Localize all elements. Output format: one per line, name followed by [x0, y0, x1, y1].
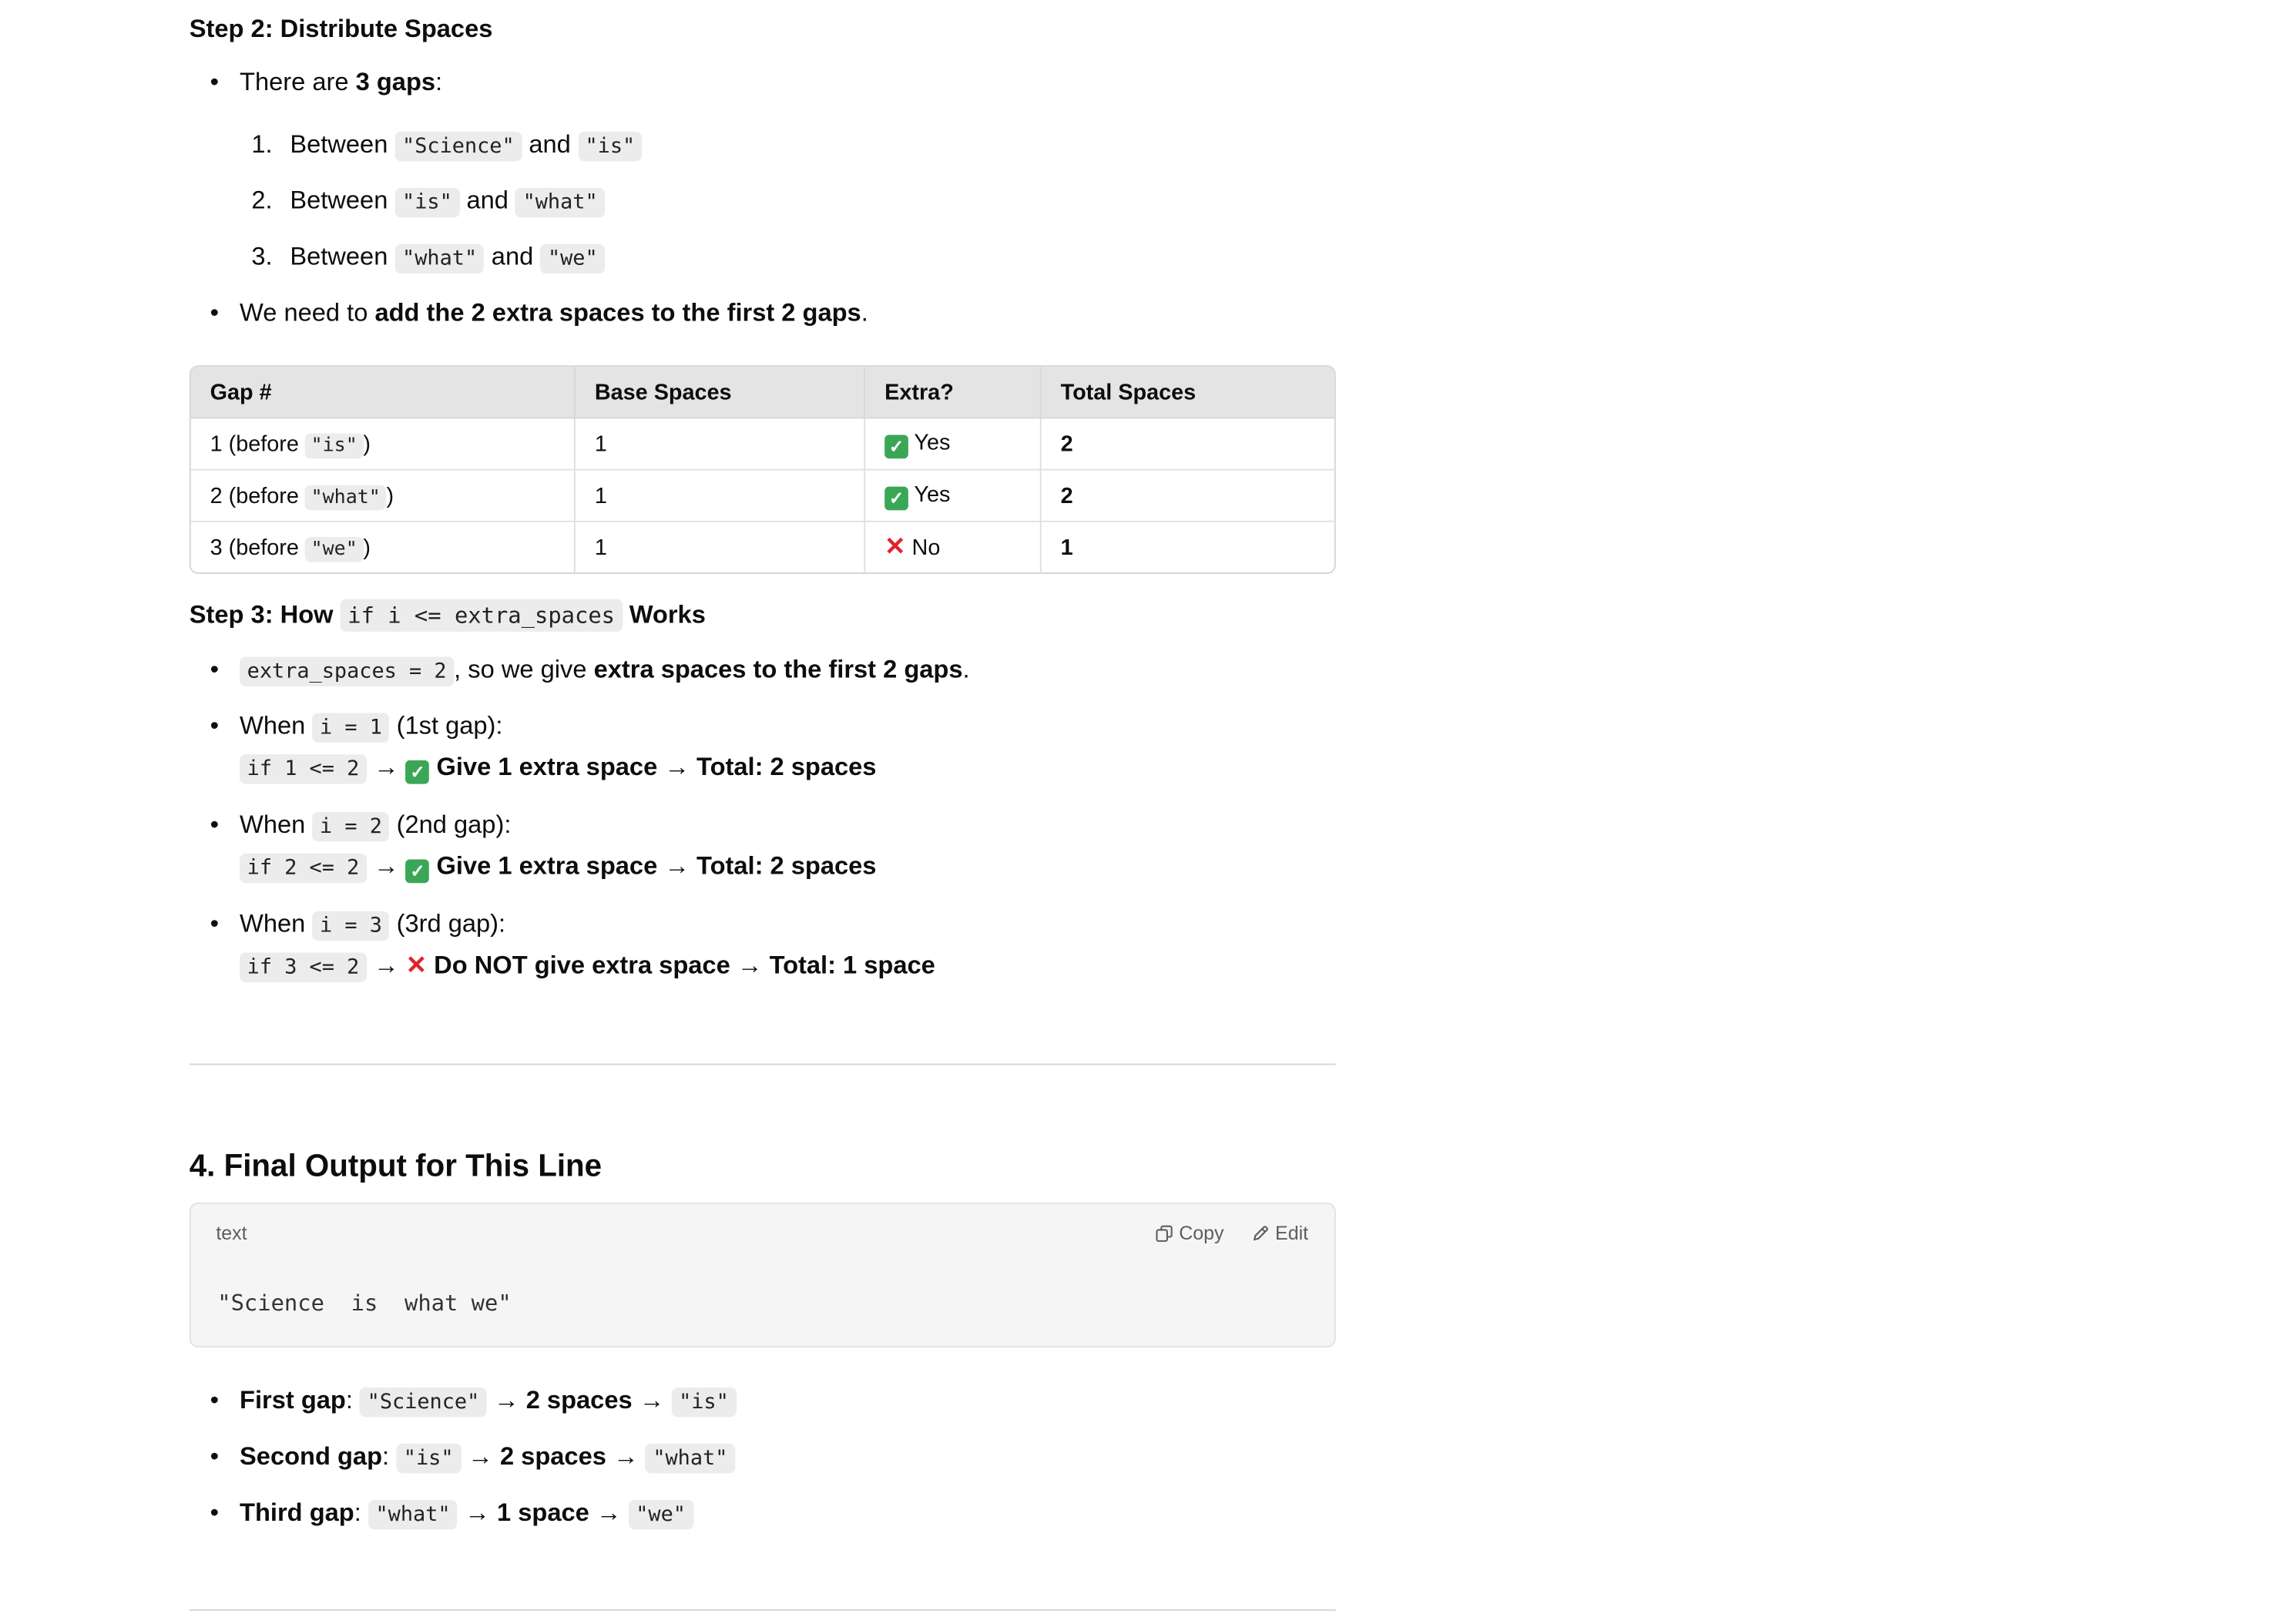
gap-cell: 1 (before "is")	[190, 418, 576, 471]
code-language-label: text	[216, 1221, 247, 1244]
check-icon: ✓	[405, 859, 430, 884]
base-cell: 1	[575, 470, 866, 522]
column-header: Gap #	[190, 367, 576, 419]
summary-bullet: Second gap: "is" → 2 spaces → "what"	[210, 1439, 736, 1476]
edit-button[interactable]: Edit	[1251, 1222, 1308, 1244]
extra-cell: ✓ Yes	[865, 470, 1042, 522]
base-cell: 1	[576, 522, 866, 573]
extra-spaces-bullet: extra_spaces = 2, so we give extra space…	[210, 653, 970, 690]
gap-list-item: 3. Between "what" and "we"	[251, 240, 606, 277]
iteration-result: if 1 <= 2 → ✓ Give 1 extra space → Total…	[240, 750, 876, 787]
check-icon: ✓	[405, 760, 430, 784]
gap-cell: 3 (before "we")	[191, 522, 576, 573]
iteration-bullet: When i = 1 (1st gap): if 1 <= 2 → ✓ Give…	[210, 709, 876, 784]
cross-icon: ✕	[405, 951, 428, 980]
column-header: Base Spaces	[575, 367, 866, 419]
column-header: Extra?	[865, 367, 1042, 419]
gaps-intro-bullet: There are 3 gaps:	[210, 65, 443, 100]
table-header-row: Gap # Base Spaces Extra? Total Spaces	[190, 367, 1334, 419]
summary-bullet: Third gap: "what" → 1 space → "we"	[210, 1495, 693, 1532]
section-divider	[189, 1609, 1336, 1611]
need-bullet: We need to add the 2 extra spaces to the…	[210, 296, 868, 331]
total-cell: 1	[1060, 535, 1073, 560]
code-text: "Science is what we"	[217, 1290, 512, 1317]
gap-list-item: 2. Between "is" and "what"	[251, 183, 606, 220]
total-cell: 2	[1041, 471, 1334, 522]
section-divider	[189, 1063, 1336, 1065]
check-icon: ✓	[884, 485, 908, 510]
total-cell: 2	[1041, 418, 1334, 471]
chat-response: Step 2: Distribute Spaces There are 3 ga…	[0, 0, 2296, 1624]
column-header: Total Spaces	[1041, 367, 1334, 419]
extra-cell: ✓ Yes	[865, 418, 1042, 471]
iteration-bullet: When i = 2 (2nd gap): if 2 <= 2 → ✓ Give…	[210, 807, 876, 884]
table-row: 3 (before "we") 1 ✕ No 1	[191, 522, 1334, 573]
gap-list-item: 1. Between "Science" and "is"	[251, 127, 643, 164]
gap-cell: 2 (before "what")	[190, 470, 576, 522]
summary-bullet: First gap: "Science" → 2 spaces → "is"	[210, 1383, 737, 1420]
iteration-result: if 2 <= 2 → ✓ Give 1 extra space → Total…	[240, 849, 876, 886]
check-icon: ✓	[884, 434, 908, 458]
base-cell: 1	[575, 418, 866, 471]
step2-heading: Step 2: Distribute Spaces	[189, 15, 493, 43]
table-row: 2 (before "what") 1 ✓ Yes 2	[190, 470, 1334, 522]
edit-icon	[1251, 1224, 1269, 1242]
copy-button[interactable]: Copy	[1156, 1222, 1224, 1244]
step3-heading: Step 3: How if i <= extra_spaces Works	[190, 599, 706, 632]
iteration-result: if 3 <= 2 → ✕ Do NOT give extra space → …	[240, 948, 935, 985]
gap-table: Gap # Base Spaces Extra? Total Spaces 1 …	[189, 365, 1336, 574]
section4-heading: 4. Final Output for This Line	[189, 1149, 603, 1183]
extra-cell: ✕ No	[865, 522, 1042, 573]
copy-icon	[1156, 1224, 1173, 1242]
code-block: text Copy Edit "Science is what we"	[189, 1202, 1336, 1348]
cross-icon: ✕	[884, 532, 906, 561]
iteration-bullet: When i = 3 (3rd gap): if 3 <= 2 → ✕ Do N…	[210, 907, 935, 982]
table-row: 1 (before "is") 1 ✓ Yes 2	[190, 418, 1334, 471]
